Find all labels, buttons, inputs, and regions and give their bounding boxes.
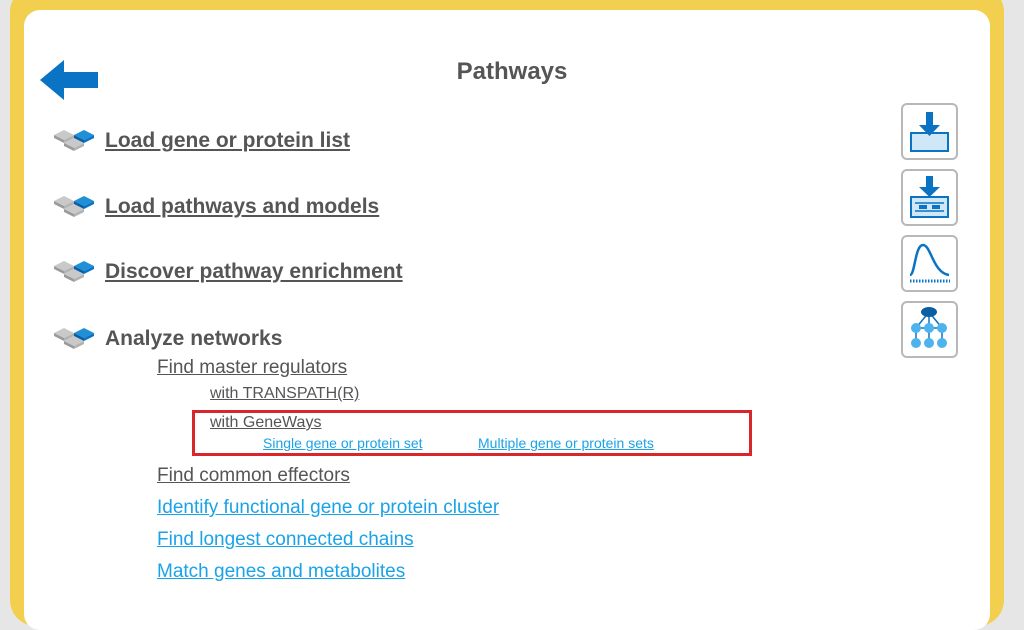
longest-chains-link[interactable]: Find longest connected chains bbox=[157, 529, 414, 551]
import-table-icon bbox=[910, 176, 949, 218]
find-common-effectors-link[interactable]: Find common effectors bbox=[157, 465, 350, 487]
identify-cluster-link[interactable]: Identify functional gene or protein clus… bbox=[157, 497, 499, 519]
distribution-button[interactable] bbox=[901, 235, 958, 292]
page-title: Pathways bbox=[456, 58, 568, 85]
cubes-icon bbox=[54, 196, 94, 217]
load-gene-list-link[interactable]: Load gene or protein list bbox=[105, 129, 350, 153]
import-data-icon bbox=[910, 112, 949, 152]
section-pathway-enrichment[interactable]: Discover pathway enrichment bbox=[52, 257, 403, 287]
network-button[interactable] bbox=[901, 301, 958, 358]
match-genes-link[interactable]: Match genes and metabolites bbox=[157, 561, 405, 583]
load-pathways-link[interactable]: Load pathways and models bbox=[105, 195, 379, 219]
distribution-curve-icon bbox=[908, 243, 950, 283]
network-tree-icon bbox=[911, 307, 947, 348]
cubes-icon bbox=[54, 328, 94, 349]
import-data-button[interactable] bbox=[901, 103, 958, 160]
analyze-networks-heading: Analyze networks bbox=[105, 327, 283, 350]
section-load-gene-list[interactable]: Load gene or protein list bbox=[52, 126, 350, 156]
cubes-icon bbox=[54, 261, 94, 282]
section-analyze-networks: Analyze networks bbox=[52, 324, 282, 354]
with-transpath-link[interactable]: with TRANSPATH(R) bbox=[210, 385, 359, 403]
cubes-icon bbox=[54, 130, 94, 151]
geneways-highlight-box bbox=[192, 410, 752, 456]
pathway-enrichment-link[interactable]: Discover pathway enrichment bbox=[105, 260, 403, 284]
import-table-button[interactable] bbox=[901, 169, 958, 226]
section-load-pathways[interactable]: Load pathways and models bbox=[52, 192, 379, 222]
find-master-regulators-link[interactable]: Find master regulators bbox=[157, 357, 347, 379]
